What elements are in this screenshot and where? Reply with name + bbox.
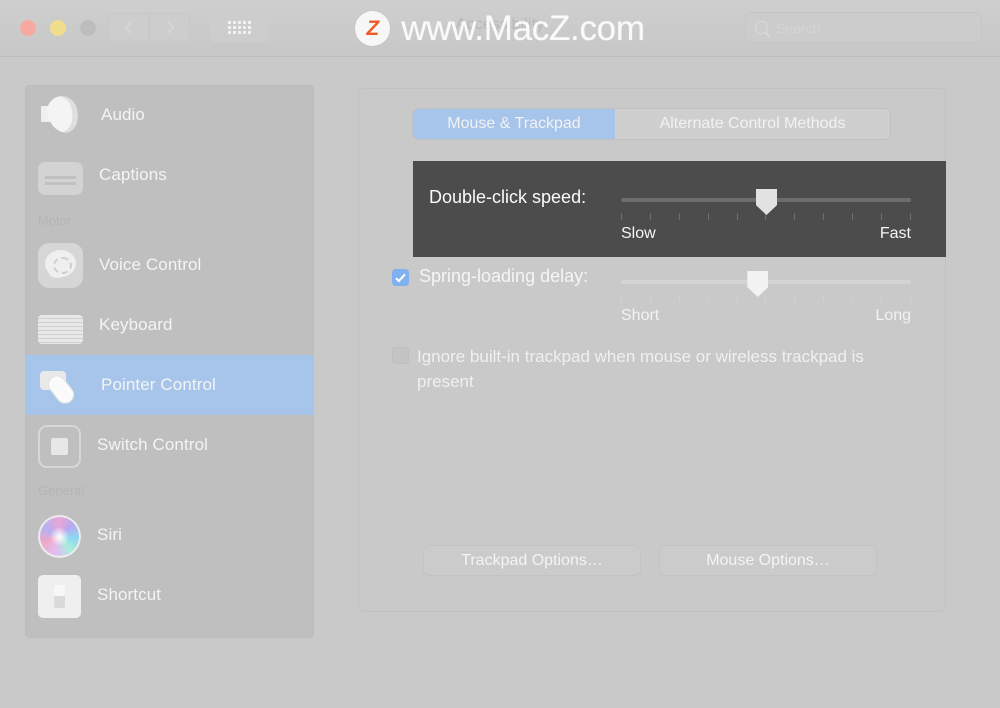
slider-ticks [621,295,911,302]
search-icon [755,21,768,34]
sidebar-section-motor: Motor [38,212,72,228]
slider-thumb[interactable] [756,189,777,215]
switch-control-icon [38,424,81,468]
sidebar-item-shortcut[interactable]: Shortcut [25,565,314,625]
pointer-control-icon [38,362,85,409]
speaker-icon [38,92,85,139]
sidebar-item-label: Shortcut [97,585,162,604]
double-click-speed-row: Double-click speed: Slow Fast [413,161,946,257]
tab-mouse-and-trackpad[interactable]: Mouse & Trackpad [413,109,615,139]
slider-thumb[interactable] [747,271,769,297]
sidebar-section-general: General [38,482,85,498]
sidebar-item-label: Pointer Control [101,375,216,394]
search-input[interactable]: Search [776,20,820,36]
window-titlebar: Accessibility Search [0,0,1000,57]
checkmark-icon [395,271,406,282]
spring-loading-delay-checkbox[interactable] [392,269,409,286]
sidebar-item-keyboard[interactable]: Keyboard [25,295,314,355]
shortcut-icon [38,574,81,618]
sidebar-item-label: Siri [97,525,122,544]
sidebar-item-label: Switch Control [97,435,208,454]
sidebar-item-label: Voice Control [99,255,202,274]
captions-icon [38,162,83,195]
slider-min-label: Slow [621,225,656,242]
panel-tab-bar[interactable]: Mouse & Trackpad Alternate Control Metho… [413,109,890,139]
double-click-speed-label: Double-click speed: [429,187,587,207]
ignore-trackpad-row: Ignore built-in trackpad when mouse or w… [392,345,892,394]
voice-control-icon [38,243,83,288]
slider-max-label: Long [875,307,911,324]
double-click-speed-range-labels: Slow Fast [621,225,911,243]
trackpad-options-button[interactable]: Trackpad Options… [424,546,640,575]
accessibility-preferences-window: Accessibility Search Z www.MacZ.com Audi… [0,0,1000,708]
sidebar-item-siri[interactable]: Siri [25,505,314,565]
search-field[interactable]: Search [745,12,982,43]
sidebar-item-audio[interactable]: Audio [25,85,314,145]
spring-loading-range-labels: Short Long [621,307,911,325]
siri-icon [38,514,81,558]
spring-loading-delay-label: Spring-loading delay: [419,266,589,286]
tab-alternate-control-methods[interactable]: Alternate Control Methods [615,109,890,139]
sidebar-item-label: Captions [99,165,167,184]
sidebar-item-captions[interactable]: Captions [25,145,314,205]
sidebar-item-label: Keyboard [99,315,173,334]
ignore-trackpad-label: Ignore built-in trackpad when mouse or w… [417,347,864,391]
ignore-trackpad-checkbox[interactable] [392,347,409,364]
sidebar-item-voice-control[interactable]: Voice Control [25,235,314,295]
keyboard-icon [38,315,83,344]
sidebar-item-switch-control[interactable]: Switch Control [25,415,314,475]
sidebar-item-label: Audio [101,105,145,124]
slider-min-label: Short [621,307,660,324]
slider-max-label: Fast [879,225,911,242]
sidebar-item-pointer-control[interactable]: Pointer Control [25,355,314,415]
spring-loading-delay-row: Spring-loading delay: Short Long [392,266,946,336]
window-footer: Show Accessibility status in menu bar ? [0,650,1000,708]
mouse-options-button[interactable]: Mouse Options… [660,546,876,575]
accessibility-categories-sidebar[interactable]: Audio Captions Motor Voice Control Keybo… [25,85,314,638]
